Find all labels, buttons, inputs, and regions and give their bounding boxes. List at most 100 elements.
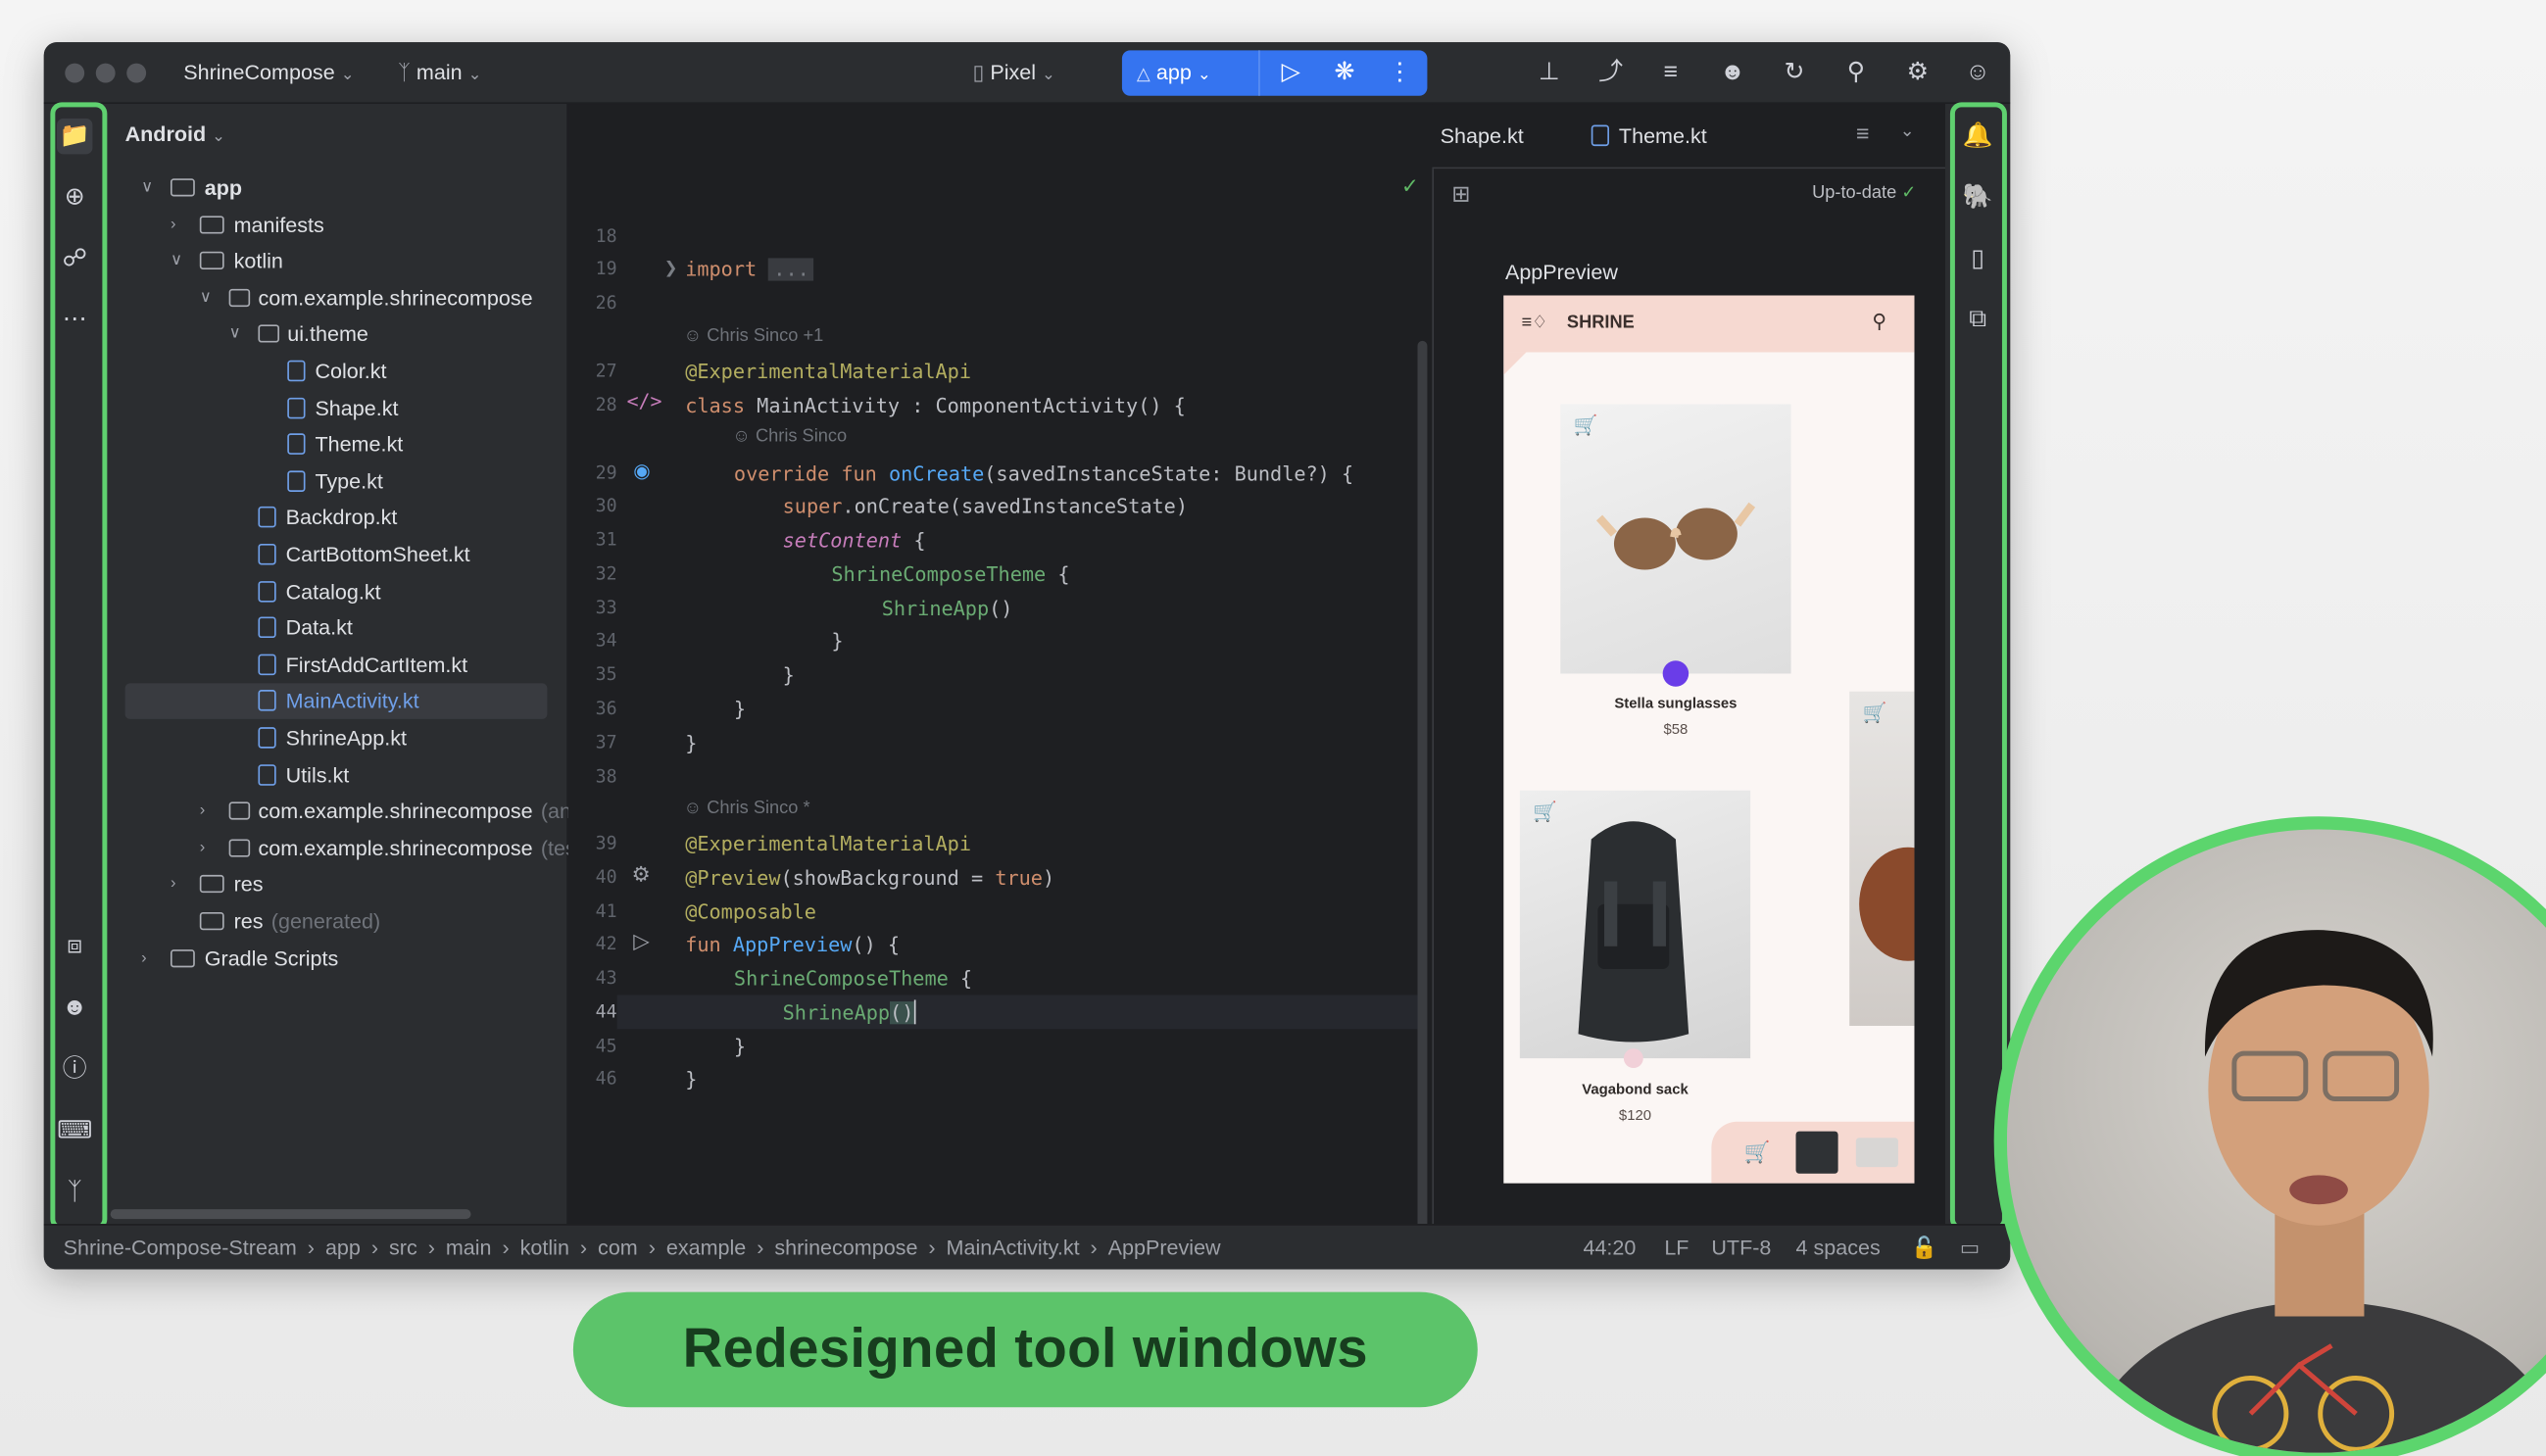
folder-tree-item[interactable]: manifests: [199, 207, 324, 242]
chevron-right-icon[interactable]: ›: [200, 831, 206, 866]
menu-icon[interactable]: ≡♢: [1522, 312, 1548, 333]
folder-tree-item[interactable]: res (generated): [199, 904, 380, 940]
phone-preview[interactable]: ≡♢ SHRINE ⚲ 🛒 Stella sunglasses $58 🛒 🛒 …: [1503, 295, 1915, 1184]
override-icon[interactable]: ◉: [633, 460, 650, 482]
search-icon[interactable]: ⚲: [1839, 57, 1872, 89]
file-tree-item[interactable]: Catalog.kt: [258, 574, 381, 609]
chevron-down-icon[interactable]: ∨: [229, 317, 241, 353]
account-icon[interactable]: ☺: [1962, 57, 1994, 89]
maximize-window-button[interactable]: [126, 63, 147, 83]
logcat-icon[interactable]: ≡: [1654, 57, 1687, 89]
add-to-cart-icon[interactable]: 🛒: [1574, 413, 1598, 436]
apply-changes-icon[interactable]: ⤴: [1594, 57, 1627, 89]
lock-icon[interactable]: 🔓: [1911, 1236, 1937, 1262]
caret-position[interactable]: 44:20: [1583, 1236, 1636, 1260]
line-separator[interactable]: LF: [1664, 1236, 1689, 1260]
product-image-belt[interactable]: 🛒: [1849, 691, 1915, 1026]
folder-tree-item[interactable]: app: [170, 170, 242, 206]
code-icon[interactable]: </>: [627, 390, 662, 413]
breadcrumb-item[interactable]: AppPreview: [1108, 1236, 1221, 1260]
branch-selector[interactable]: ᛉ main ⌄: [398, 60, 482, 84]
minimize-window-button[interactable]: [95, 63, 116, 83]
file-tree-item[interactable]: Type.kt: [287, 463, 383, 499]
folder-tree-item[interactable]: com.example.shrinecompose (and: [228, 794, 583, 829]
file-tree-item[interactable]: Data.kt: [258, 610, 353, 646]
debug-icon[interactable]: ❋: [1328, 57, 1360, 89]
folder-tree-item[interactable]: Gradle Scripts: [170, 941, 338, 976]
folded-imports[interactable]: ...: [768, 258, 814, 281]
bug-icon[interactable]: ☻: [1716, 57, 1748, 89]
chevron-right-icon[interactable]: ›: [200, 794, 206, 829]
file-tree-item[interactable]: Backdrop.kt: [258, 501, 397, 536]
hierarchy-icon[interactable]: ⊥: [1533, 57, 1565, 89]
product-image-sunglasses[interactable]: 🛒: [1560, 404, 1791, 674]
breadcrumb-item[interactable]: MainActivity.kt: [947, 1236, 1080, 1260]
code-line-37: }: [685, 727, 697, 759]
close-window-button[interactable]: [65, 63, 85, 83]
chevron-down-icon[interactable]: ∨: [171, 244, 182, 279]
memory-icon[interactable]: ▭: [1960, 1236, 1980, 1262]
cart-icon[interactable]: 🛒: [1744, 1140, 1771, 1166]
chevron-down-icon[interactable]: ∨: [200, 280, 212, 315]
preview-icon[interactable]: ▷: [633, 929, 650, 955]
breadcrumb-item[interactable]: app: [325, 1236, 361, 1260]
gear-icon[interactable]: ⚙: [632, 862, 651, 889]
file-tree-item[interactable]: CartBottomSheet.kt: [258, 537, 470, 572]
breadcrumb-separator: ›: [642, 1235, 661, 1260]
file-tree-item[interactable]: Shape.kt: [287, 391, 398, 426]
breadcrumb-item[interactable]: example: [666, 1236, 746, 1260]
file-tree-item[interactable]: MainActivity.kt: [258, 684, 419, 719]
run-config-selector[interactable]: △ app ⌄: [1137, 60, 1211, 84]
project-name[interactable]: ShrineCompose ⌄: [183, 60, 354, 84]
file-encoding[interactable]: UTF-8: [1711, 1236, 1771, 1260]
folder-tree-item[interactable]: res: [199, 867, 264, 902]
branch-icon: ᛉ: [397, 60, 411, 85]
add-to-cart-icon[interactable]: 🛒: [1533, 801, 1557, 823]
sync-icon[interactable]: ↻: [1778, 57, 1810, 89]
folder-tree-item[interactable]: com.example.shrinecompose: [228, 280, 533, 315]
breadcrumb-item[interactable]: com: [598, 1236, 638, 1260]
vertical-scrollbar[interactable]: [1417, 340, 1428, 1263]
horizontal-scrollbar[interactable]: [110, 1209, 471, 1220]
file-tree-item[interactable]: Utils.kt: [258, 757, 349, 793]
chevron-right-icon[interactable]: ›: [141, 941, 147, 976]
file-tree-item[interactable]: ShrineApp.kt: [258, 721, 407, 756]
editor-tab[interactable]: Theme.kt: [1591, 104, 1707, 169]
search-icon[interactable]: ⚲: [1872, 310, 1886, 332]
code-line-43: ShrineComposeTheme {: [734, 962, 972, 995]
product-image-backpack[interactable]: 🛒: [1519, 790, 1751, 1059]
breadcrumb-item[interactable]: kotlin: [520, 1236, 569, 1260]
folder-tree-item[interactable]: com.example.shrinecompose (test: [228, 831, 582, 866]
code-editor[interactable]: 18 19 26 27 28 29 30 31 32 33 34 35 36 37 38 39 40 41 42 43…: [567, 104, 1433, 1263]
chevron-down-icon[interactable]: ⌄: [1900, 121, 1915, 141]
folder-tree-item[interactable]: kotlin: [199, 244, 283, 279]
breadcrumb-item[interactable]: Shrine-Compose-Stream: [64, 1236, 297, 1260]
android-icon: △: [1136, 65, 1151, 85]
chevron-right-icon[interactable]: ›: [171, 207, 176, 242]
file-tree-item[interactable]: Color.kt: [287, 354, 386, 389]
more-actions-icon[interactable]: ⋮: [1384, 57, 1416, 89]
folder-tree-item[interactable]: ui.theme: [258, 317, 368, 353]
run-icon[interactable]: ▷: [1275, 57, 1307, 89]
annotation: @Preview: [685, 866, 781, 890]
brace: }: [733, 1035, 747, 1059]
tab-list-icon[interactable]: ≡: [1856, 121, 1870, 147]
breadcrumb-item[interactable]: shrinecompose: [774, 1236, 917, 1260]
composable-call: ShrineComposeTheme: [733, 967, 949, 991]
cart-bottom-bar[interactable]: 🛒: [1711, 1121, 1915, 1184]
indent-setting[interactable]: 4 spaces: [1796, 1236, 1881, 1260]
file-tree-item[interactable]: FirstAddCartItem.kt: [258, 648, 467, 683]
chevron-right-icon[interactable]: ›: [171, 867, 176, 902]
gear-icon[interactable]: ⚙: [1901, 57, 1934, 89]
fold-chevron-icon[interactable]: ❯: [664, 260, 678, 277]
file-tree-item[interactable]: Theme.kt: [287, 427, 403, 462]
layout-icon[interactable]: ⊞: [1451, 180, 1470, 208]
project-view-selector[interactable]: Android ⌄: [125, 117, 225, 152]
breadcrumb-item[interactable]: src: [389, 1236, 417, 1260]
chevron-down-icon[interactable]: ∨: [141, 170, 153, 206]
breadcrumb-item[interactable]: main: [446, 1236, 492, 1260]
kotlin-file-icon: [258, 543, 276, 565]
device-selector[interactable]: ▯ Pixel ⌄: [972, 60, 1054, 86]
add-to-cart-icon[interactable]: 🛒: [1862, 702, 1886, 724]
author-label: Chris Sinco *: [707, 799, 810, 818]
